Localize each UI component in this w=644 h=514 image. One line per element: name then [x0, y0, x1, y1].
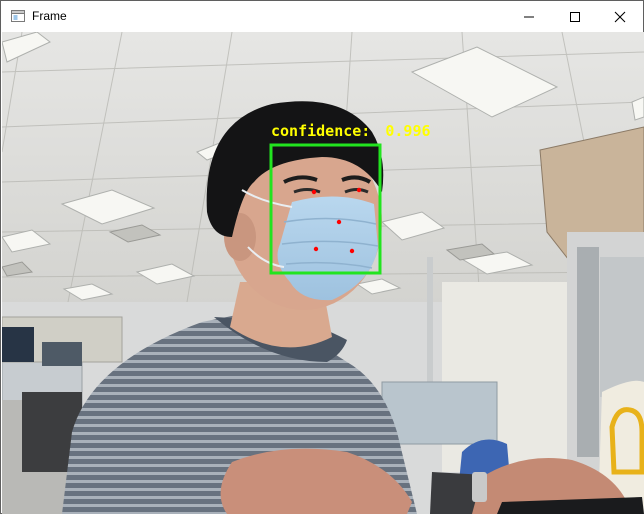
window-title: Frame — [32, 9, 67, 23]
minimize-button[interactable] — [506, 1, 552, 32]
confidence-label: confidence: — [271, 122, 370, 140]
landmark-mouth-left — [313, 246, 319, 252]
camera-image: confidence: 0.996 — [2, 32, 644, 514]
confidence-score: 0.996 — [385, 122, 430, 140]
app-window: Frame confidence: 0.996 — [0, 0, 644, 514]
title-bar[interactable]: Frame — [1, 1, 643, 32]
close-icon — [614, 11, 626, 22]
minimize-icon — [524, 16, 534, 17]
maximize-icon — [570, 11, 580, 22]
window-app-icon — [11, 10, 25, 22]
landmark-left-eye — [311, 189, 317, 195]
landmark-mouth-right — [349, 248, 355, 254]
landmark-nose — [336, 219, 342, 225]
confidence-text: confidence: 0.996 — [271, 122, 431, 140]
close-button[interactable] — [597, 1, 643, 32]
video-frame: confidence: 0.996 — [2, 32, 644, 514]
maximize-button[interactable] — [552, 1, 598, 32]
landmark-right-eye — [356, 187, 362, 193]
